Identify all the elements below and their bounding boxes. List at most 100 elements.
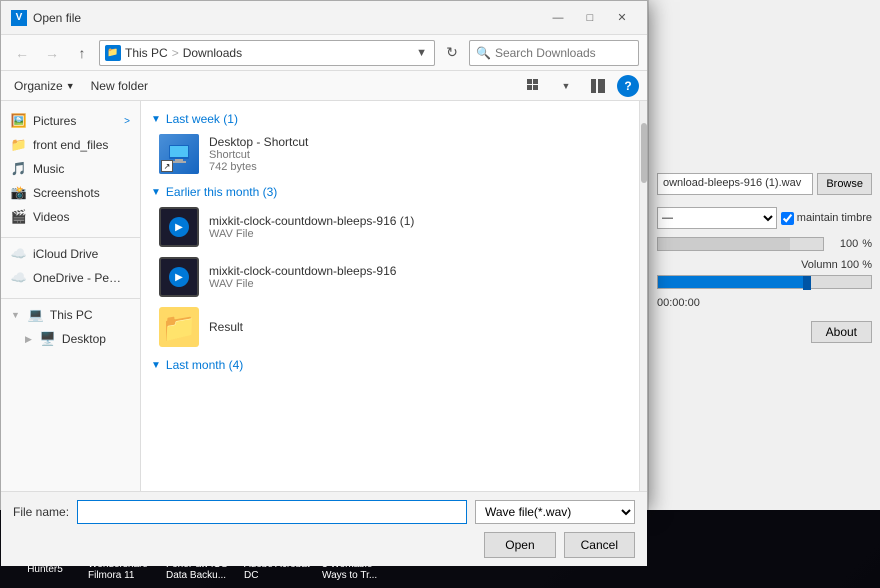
- view-button[interactable]: [521, 75, 547, 97]
- sidebar-label-icloud: iCloud Drive: [33, 247, 98, 261]
- address-bar[interactable]: 📁 This PC > Downloads ▼: [99, 40, 435, 66]
- file-item-wav2[interactable]: ▶ mixkit-clock-countdown-bleeps-916 WAV …: [151, 252, 637, 302]
- sidebar-item-music[interactable]: 🎵 Music: [1, 157, 140, 181]
- dialog-icon: V: [11, 10, 27, 26]
- sidebar-expand-pictures[interactable]: >: [124, 116, 130, 127]
- breadcrumb: This PC > Downloads: [125, 46, 242, 60]
- group-last-week[interactable]: ▼ Last week (1): [151, 106, 637, 129]
- sidebar-item-videos[interactable]: 🎬 Videos: [1, 205, 140, 229]
- file-item-desktop-shortcut[interactable]: ↗ Desktop - Shortcut Shortcut 742 bytes: [151, 129, 637, 179]
- sidebar-item-screenshots[interactable]: 📸 Screenshots: [1, 181, 140, 205]
- rp-select[interactable]: —: [657, 207, 777, 229]
- sidebar-item-onedrive[interactable]: ☁️ OneDrive - Pers...: [1, 266, 140, 290]
- sidebar-label-videos: Videos: [33, 210, 69, 224]
- search-icon: 🔍: [476, 46, 491, 60]
- wav1-type: WAV File: [209, 228, 629, 240]
- group-last-month-chevron: ▼: [151, 360, 161, 371]
- sidebar-label-onedrive: OneDrive - Pers...: [33, 271, 123, 285]
- rp-speed-fill: [658, 238, 790, 250]
- breadcrumb-this-pc[interactable]: This PC: [125, 46, 168, 60]
- address-dropdown-button[interactable]: ▼: [414, 47, 429, 59]
- sidebar-item-thispc[interactable]: ▼ 💻 This PC: [1, 303, 140, 327]
- cancel-button[interactable]: Cancel: [564, 532, 635, 558]
- title-bar: V Open file — □ ✕: [1, 1, 647, 35]
- bottom-bar: File name: Wave file(*.wav) All Files (*…: [1, 491, 647, 566]
- desktop-shortcut-info: Desktop - Shortcut Shortcut 742 bytes: [209, 135, 629, 173]
- rp-maintain-timbre-checkbox[interactable]: [781, 212, 794, 225]
- rp-browse-button[interactable]: Browse: [817, 173, 872, 195]
- wav1-play-icon: ▶: [169, 217, 189, 237]
- folder-icon: 📁: [162, 311, 197, 344]
- open-file-dialog: V Open file — □ ✕ ← → ↑ 📁 This PC > Down…: [0, 0, 648, 510]
- sidebar-label-pictures: Pictures: [33, 114, 76, 128]
- rp-about-button[interactable]: About: [811, 321, 872, 343]
- thispc-icon: 💻: [28, 307, 44, 323]
- refresh-button[interactable]: ↻: [439, 40, 465, 66]
- screenshots-icon: 📸: [11, 185, 27, 201]
- result-folder-thumb: 📁: [159, 307, 199, 347]
- help-button[interactable]: ?: [617, 75, 639, 97]
- filetype-select[interactable]: Wave file(*.wav) All Files (*.*): [475, 500, 635, 524]
- thispc-expand-icon[interactable]: ▼: [11, 310, 20, 320]
- breadcrumb-downloads[interactable]: Downloads: [183, 46, 242, 60]
- file-item-result[interactable]: 📁 Result: [151, 302, 637, 352]
- window-controls: — □ ✕: [543, 8, 637, 28]
- sidebar-label-screenshots: Screenshots: [33, 186, 100, 200]
- wav2-type: WAV File: [209, 278, 629, 290]
- organize-toolbar: Organize ▼ New folder ▼ ?: [1, 71, 647, 101]
- rp-speed-value: 100: [828, 238, 858, 250]
- action-row: Open Cancel: [13, 532, 635, 558]
- rp-speed-slider[interactable]: [657, 237, 824, 251]
- desktop-shortcut-thumb: ↗: [159, 134, 199, 174]
- icloud-icon: ☁️: [11, 246, 27, 262]
- organize-button[interactable]: Organize ▼: [9, 77, 80, 95]
- frontend-icon: 📁: [11, 137, 27, 153]
- videos-icon: 🎬: [11, 209, 27, 225]
- scrollbar-thumb[interactable]: [641, 123, 647, 183]
- pictures-icon: 🖼️: [11, 113, 27, 129]
- file-item-wav1[interactable]: ▶ mixkit-clock-countdown-bleeps-916 (1) …: [151, 202, 637, 252]
- rp-volume-fill: [658, 276, 807, 288]
- maximize-button[interactable]: □: [575, 8, 605, 28]
- up-button[interactable]: ↑: [69, 40, 95, 66]
- minimize-button[interactable]: —: [543, 8, 573, 28]
- content-area: 🖼️ Pictures > 📁 front end_files 🎵 Music …: [1, 101, 647, 491]
- search-input[interactable]: [495, 46, 625, 60]
- group-earlier-month[interactable]: ▼ Earlier this month (3): [151, 179, 637, 202]
- sidebar-label-desktop: Desktop: [62, 332, 106, 346]
- filename-input[interactable]: [77, 500, 467, 524]
- sidebar-item-pictures[interactable]: 🖼️ Pictures >: [1, 109, 140, 133]
- desktop-expand-icon[interactable]: ▶: [25, 334, 32, 345]
- forward-button[interactable]: →: [39, 40, 65, 66]
- desktop-icon: 🖥️: [40, 331, 56, 347]
- desktop-shortcut-size: 742 bytes: [209, 161, 629, 173]
- wav2-info: mixkit-clock-countdown-bleeps-916 WAV Fi…: [209, 264, 629, 290]
- breadcrumb-sep: >: [172, 46, 179, 60]
- sidebar-item-frontend[interactable]: 📁 front end_files: [1, 133, 140, 157]
- group-earlier-month-label: Earlier this month (3): [166, 185, 277, 199]
- rp-volume-slider[interactable]: [657, 275, 872, 289]
- wav1-thumb: ▶: [159, 207, 199, 247]
- search-box: 🔍: [469, 40, 639, 66]
- close-button[interactable]: ✕: [607, 8, 637, 28]
- sidebar-label-frontend: front end_files: [33, 138, 108, 152]
- address-toolbar: ← → ↑ 📁 This PC > Downloads ▼ ↻ 🔍: [1, 35, 647, 71]
- file-list: ▼ Last week (1) ↗ Desktop - Shortcut Sh: [141, 101, 647, 491]
- desktop-shortcut-type: Shortcut: [209, 149, 629, 161]
- onedrive-icon: ☁️: [11, 270, 27, 286]
- result-name: Result: [209, 320, 629, 334]
- sidebar-item-desktop[interactable]: ▶ 🖥️ Desktop: [1, 327, 140, 351]
- wav2-name: mixkit-clock-countdown-bleeps-916: [209, 264, 629, 278]
- scrollbar[interactable]: [639, 101, 647, 491]
- back-button[interactable]: ←: [9, 40, 35, 66]
- sidebar-item-icloud[interactable]: ☁️ iCloud Drive: [1, 242, 140, 266]
- rp-volume-label: Volumn 100 %: [657, 259, 872, 271]
- pane-button[interactable]: [585, 75, 611, 97]
- wav2-play-icon: ▶: [169, 267, 189, 287]
- rp-maintain-timbre-label[interactable]: maintain timbre: [781, 212, 872, 225]
- rp-speed-unit: %: [862, 238, 872, 250]
- group-last-month[interactable]: ▼ Last month (4): [151, 352, 637, 375]
- open-button[interactable]: Open: [484, 532, 555, 558]
- new-folder-button[interactable]: New folder: [86, 77, 153, 95]
- view-dropdown-button[interactable]: ▼: [553, 75, 579, 97]
